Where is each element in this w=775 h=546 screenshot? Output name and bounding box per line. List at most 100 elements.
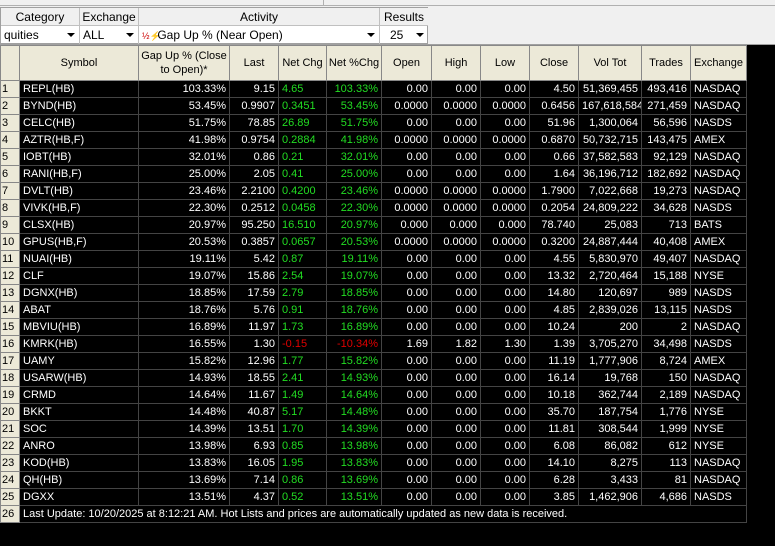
vol-tot-cell: 2,839,026 xyxy=(578,301,642,319)
table-row[interactable]: 13 DGNX(HB) 18.85% 17.59 2.79 18.85% 0.00 0.00 0… xyxy=(0,284,747,302)
col-header[interactable]: High xyxy=(431,45,481,81)
table-row[interactable]: 3 CELC(HB) 51.75% 78.85 26.89 51.75% 0.00 0.00 0… xyxy=(0,114,747,132)
net-pct-chg-cell: 19.11% xyxy=(326,250,382,268)
vol-tot-cell: 3,705,270 xyxy=(578,335,642,353)
table-row[interactable]: 18 USARW(HB) 14.93% 18.55 2.41 14.93% 0.00 0.00… xyxy=(0,369,747,387)
table-row[interactable]: 9 CLSX(HB) 20.97% 95.250 16.510 20.97% 0.000 0.… xyxy=(0,216,747,234)
col-header[interactable]: Low xyxy=(480,45,530,81)
low-cell: 0.00 xyxy=(480,488,530,506)
vol-tot-cell: 50,732,715 xyxy=(578,131,642,149)
symbol-cell: ANRO xyxy=(19,437,139,455)
gap-up-pct-cell: 13.51% xyxy=(138,488,230,506)
activity-label: Activity xyxy=(139,8,379,26)
open-cell: 0.0000 xyxy=(381,233,432,251)
table-row[interactable]: 10 GPUS(HB,F) 20.53% 0.3857 0.0657 20.53% 0.00… xyxy=(0,233,747,251)
net-chg-cell: 0.52 xyxy=(278,488,327,506)
open-cell: 0.00 xyxy=(381,403,432,421)
last-cell: 7.14 xyxy=(229,471,279,489)
open-cell: 0.0000 xyxy=(381,182,432,200)
table-row[interactable]: 8 VIVK(HB,F) 22.30% 0.2512 0.0458 22.30% 0.000… xyxy=(0,199,747,217)
table-row[interactable]: 14 ABAT 18.76% 5.76 0.91 18.76% 0.00 0.00 0.00 4.… xyxy=(0,301,747,319)
vol-tot-cell: 1,462,906 xyxy=(578,488,642,506)
table-row[interactable]: 4 AZTR(HB,F) 41.98% 0.9754 0.2884 41.98% 0.000… xyxy=(0,131,747,149)
table-row[interactable]: 15 MBVIU(HB) 16.89% 11.97 1.73 16.89% 0.00 0.00… xyxy=(0,318,747,336)
col-header[interactable]: Gap Up % (Close to Open)* xyxy=(138,45,230,81)
close-cell: 10.24 xyxy=(529,318,579,336)
symbol-cell: KMRK(HB) xyxy=(19,335,139,353)
table-row[interactable]: 22 ANRO 13.98% 6.93 0.85 13.98% 0.00 0.00 0.00 6.… xyxy=(0,437,747,455)
table-row[interactable]: 17 UAMY 15.82% 12.96 1.77 15.82% 0.00 0.00 0.00 1… xyxy=(0,352,747,370)
last-cell: 5.76 xyxy=(229,301,279,319)
net-pct-chg-cell: 53.45% xyxy=(326,97,382,115)
close-cell: 4.55 xyxy=(529,250,579,268)
vol-tot-cell: 24,887,444 xyxy=(578,233,642,251)
table-row[interactable]: 2 BYND(HB) 53.45% 0.9907 0.3451 53.45% 0.0000 0… xyxy=(0,97,747,115)
high-cell: 0.000 xyxy=(431,216,481,234)
high-cell: 0.00 xyxy=(431,437,481,455)
activity-filter: Activity ½⚡ Gap Up % (Near Open) xyxy=(139,8,380,44)
col-header[interactable]: Net Chg xyxy=(278,45,327,81)
low-cell: 0.000 xyxy=(480,216,530,234)
gap-up-pct-cell: 18.85% xyxy=(138,284,230,302)
table-row[interactable]: 6 RANI(HB,F) 25.00% 2.05 0.41 25.00% 0.00 0.00 0… xyxy=(0,165,747,183)
net-chg-cell: 1.77 xyxy=(278,352,327,370)
category-dropdown[interactable]: quities xyxy=(1,26,79,44)
row-number-cell: 15 xyxy=(0,318,20,336)
table-row[interactable]: 23 KOD(HB) 13.83% 16.05 1.95 13.83% 0.00 0.00 0.… xyxy=(0,454,747,472)
net-pct-chg-cell: 14.39% xyxy=(326,420,382,438)
col-header[interactable]: Close xyxy=(529,45,579,81)
symbol-cell: DGXX xyxy=(19,488,139,506)
exchange-cell: NYSE xyxy=(690,420,747,438)
col-header[interactable]: Vol Tot xyxy=(578,45,642,81)
results-dropdown[interactable]: 25 xyxy=(380,26,428,44)
exchange-dropdown[interactable]: ALL xyxy=(80,26,138,44)
high-cell: 0.00 xyxy=(431,471,481,489)
category-filter: Category quities xyxy=(1,8,80,44)
net-pct-chg-cell: 13.69% xyxy=(326,471,382,489)
open-cell: 0.00 xyxy=(381,114,432,132)
low-cell: 0.00 xyxy=(480,369,530,387)
col-header[interactable]: Trades xyxy=(641,45,691,81)
table-row[interactable]: 25 DGXX 13.51% 4.37 0.52 13.51% 0.00 0.00 0.00 3.… xyxy=(0,488,747,506)
net-pct-chg-cell: 41.98% xyxy=(326,131,382,149)
net-pct-chg-cell: 13.51% xyxy=(326,488,382,506)
trades-cell: 1,776 xyxy=(641,403,691,421)
net-pct-chg-cell: 19.07% xyxy=(326,267,382,285)
col-header[interactable]: Symbol xyxy=(19,45,139,81)
col-header[interactable]: Open xyxy=(381,45,432,81)
row-number-cell: 5 xyxy=(0,148,20,166)
net-pct-chg-cell: 23.46% xyxy=(326,182,382,200)
table-row[interactable]: 21 SOC 14.39% 13.51 1.70 14.39% 0.00 0.00 0.00 11… xyxy=(0,420,747,438)
col-header[interactable]: Last xyxy=(229,45,279,81)
trades-cell: 2 xyxy=(641,318,691,336)
symbol-cell: DGNX(HB) xyxy=(19,284,139,302)
table-row[interactable]: 11 NUAI(HB) 19.11% 5.42 0.87 19.11% 0.00 0.00 0.… xyxy=(0,250,747,268)
net-pct-chg-cell: 18.76% xyxy=(326,301,382,319)
exchange-cell: AMEX xyxy=(690,233,747,251)
table-row[interactable]: 5 IOBT(HB) 32.01% 0.86 0.21 32.01% 0.00 0.00 0.0… xyxy=(0,148,747,166)
open-cell: 0.00 xyxy=(381,284,432,302)
trades-cell: 1,999 xyxy=(641,420,691,438)
symbol-cell: IOBT(HB) xyxy=(19,148,139,166)
exchange-cell: NASDS xyxy=(690,335,747,353)
activity-dropdown[interactable]: ½⚡ Gap Up % (Near Open) xyxy=(139,26,379,44)
table-row[interactable]: 12 CLF 19.07% 15.86 2.54 19.07% 0.00 0.00 0.00 13… xyxy=(0,267,747,285)
table-row[interactable]: 19 CRMD 14.64% 11.67 1.49 14.64% 0.00 0.00 0.00 1… xyxy=(0,386,747,404)
last-cell: 95.250 xyxy=(229,216,279,234)
table-row[interactable]: 16 KMRK(HB) 16.55% 1.30 -0.15 -10.34% 1.69 1.82… xyxy=(0,335,747,353)
col-header[interactable]: Exchange xyxy=(690,45,747,81)
exchange-cell: NASDAQ xyxy=(690,471,747,489)
table-row[interactable]: 1 REPL(HB) 103.33% 9.15 4.65 103.33% 0.00 0.00 0… xyxy=(0,80,747,98)
row-number-cell: 18 xyxy=(0,369,20,387)
chevron-down-icon xyxy=(126,33,134,37)
last-cell: 13.51 xyxy=(229,420,279,438)
net-chg-cell: 2.79 xyxy=(278,284,327,302)
table-row[interactable]: 20 BKKT 14.48% 40.87 5.17 14.48% 0.00 0.00 0.00 3… xyxy=(0,403,747,421)
last-cell: 2.05 xyxy=(229,165,279,183)
col-header[interactable]: Net %Chg xyxy=(326,45,382,81)
table-row[interactable]: 7 DVLT(HB) 23.46% 2.2100 0.4200 23.46% 0.0000 0… xyxy=(0,182,747,200)
close-cell: 6.08 xyxy=(529,437,579,455)
exchange-cell: NASDAQ xyxy=(690,318,747,336)
table-row[interactable]: 24 QH(HB) 13.69% 7.14 0.86 13.69% 0.00 0.00 0.00… xyxy=(0,471,747,489)
close-cell: 14.80 xyxy=(529,284,579,302)
